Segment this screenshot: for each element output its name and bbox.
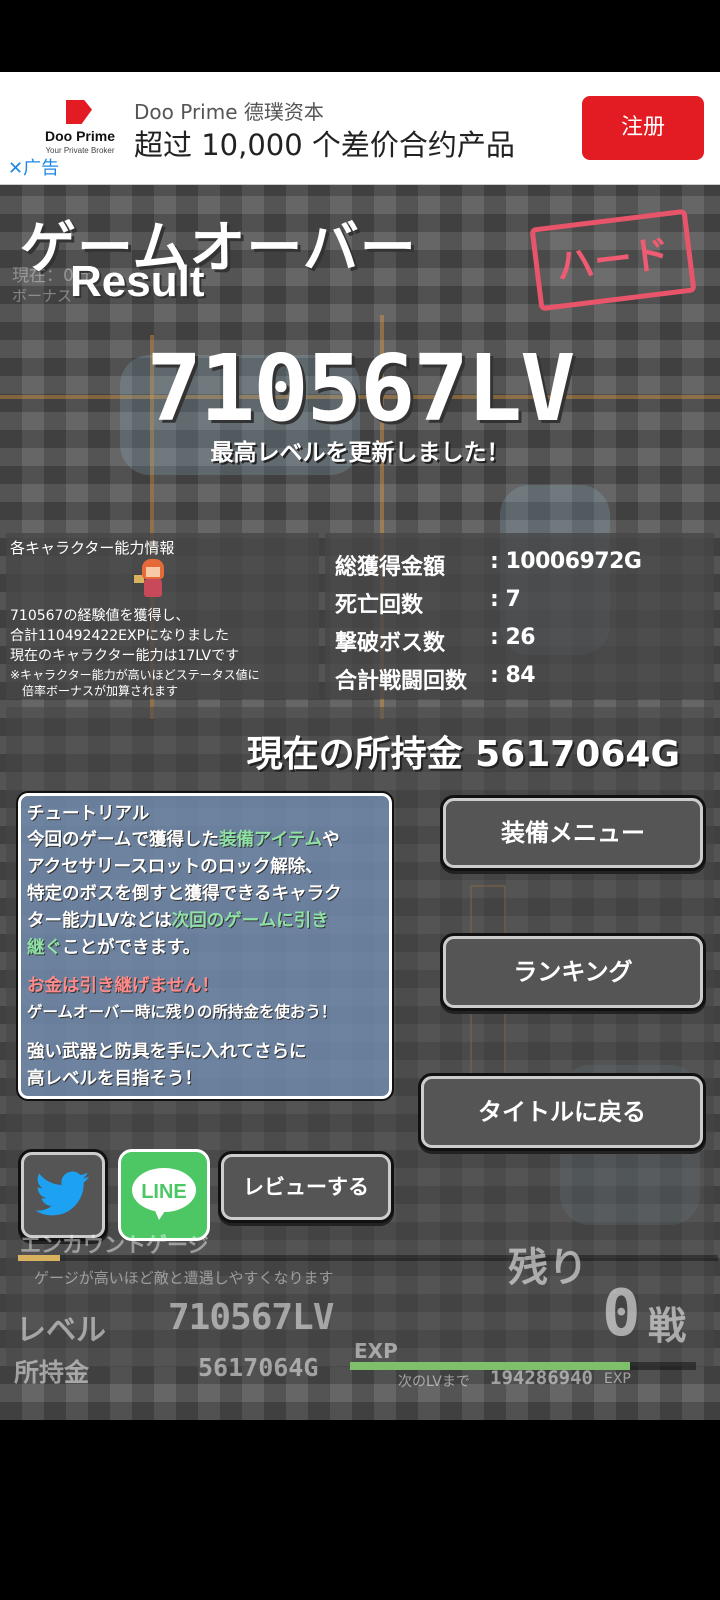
tutorial-box: チュートリアル 今回のゲームで獲得した装備アイテムや アクセサリースロットのロッ… [16,791,394,1101]
ad-banner[interactable]: Doo Prime Your Private Broker Doo Prime … [0,72,720,185]
ranking-button[interactable]: ランキング [440,933,706,1011]
stat-value-battles: : 84 [490,663,536,688]
equipment-menu-button[interactable]: 装備メニュー [440,795,706,871]
twitter-share-button[interactable] [18,1149,108,1241]
stat-label-bosses: 撃破ボス数 [335,631,446,656]
tutorial-line: 特定のボスを倒すと獲得できるキャラク [27,884,342,904]
hud-money-label: 所持金 [14,1358,90,1387]
ad-label: 广告 [23,158,60,179]
game-over-screen: ゲームオーバー 現在：0分 ボーナス Result ハード 710567LV 最… [0,185,720,1420]
tutorial-line: 今回のゲームで獲得した装備アイテムや [27,830,340,850]
stat-label-deaths: 死亡回数 [335,593,424,618]
character-info-line: 710567の経験値を獲得し、 [10,608,190,624]
line-app-icon: LINE [132,1168,196,1220]
tutorial-warning: お金は引き継げません！ [27,976,219,996]
remaining-battles-label: 残り [508,1245,588,1291]
final-level: 710567LV [146,335,575,442]
hud-exp-label: EXP [354,1339,398,1363]
stat-value-deaths: : 7 [490,587,521,612]
review-button[interactable]: レビューする [218,1151,394,1223]
line-share-button[interactable]: LINE [118,1149,210,1241]
background-ghost-text: ボーナス [12,287,73,305]
tutorial-title: チュートリアル [27,804,150,824]
ad-brand: Doo Prime 德璞资本 [134,100,324,124]
character-sprite-icon [134,559,170,599]
hud-next-level-unit: EXP [604,1371,631,1387]
encounter-gauge-bar [18,1255,718,1261]
close-icon[interactable]: ✕ [8,158,23,179]
stat-label-battles: 合計戦闘回数 [335,669,468,694]
ad-register-button[interactable]: 注册 [582,96,704,160]
remaining-battles-unit: 戦 [648,1304,687,1348]
encounter-gauge-help: ゲージが高いほど敵と遭遇しやすくなります [34,1269,334,1287]
character-info-title: 各キャラクター能力情報 [10,539,175,557]
ad-close[interactable]: ✕广告 [8,154,59,180]
remaining-battles-count: 0 [602,1277,641,1351]
tutorial-line: アクセサリースロットのロック解除、 [27,857,323,877]
ad-headline: 超过 10,000 个差价合约产品 [134,128,515,162]
stats-panel: 総獲得金額 : 10006972G 死亡回数 : 7 撃破ボス数 : 26 合計… [325,533,714,699]
svg-text:LINE: LINE [141,1181,187,1203]
character-info-note: ※キャラクター能力が高いほどステータス値に [10,668,260,682]
tutorial-line: 強い武器と防具を手に入れてさらに [27,1042,307,1062]
character-info-note: 倍率ボーナスが加算されます [10,684,179,698]
hud-next-level-label: 次のLVまで [398,1374,470,1390]
character-info-line: 現在のキャラクター能力は17LVです [10,648,240,664]
hud-level-label: レベル [16,1313,106,1348]
hud-level-value: 710567LV [168,1297,334,1338]
encounter-gauge-fill [18,1255,60,1261]
stat-value-bosses: : 26 [490,625,536,650]
difficulty-stamp: ハード [529,208,697,312]
tutorial-line: 高レベルを目指そう！ [27,1069,202,1089]
tutorial-line: 継ぐことができます。 [27,938,201,958]
back-to-title-button[interactable]: タイトルに戻る [418,1073,706,1151]
character-info-panel: 各キャラクター能力情報 710567の経験値を獲得し、 合計110492422E… [6,533,319,699]
stat-value-total-gold: : 10006972G [490,549,642,574]
hud-money-value: 5617064G [198,1353,319,1382]
hud-next-level-value: 194286940 [490,1367,593,1389]
twitter-bird-icon [35,1171,90,1216]
character-info-line: 合計110492422EXPになりました [10,628,230,644]
doo-prime-logo-mark [66,100,92,124]
tutorial-line: ター能力LVなどは次回のゲームに引き [27,911,329,931]
tutorial-warning-sub: ゲームオーバー時に残りの所持金を使おう！ [27,1003,337,1021]
ad-logo-name: Doo Prime [44,128,115,144]
current-money: 現在の所持金 5617064G [246,734,680,775]
stat-label-total-gold: 総獲得金額 [335,555,446,580]
result-label: Result [70,257,205,306]
doo-prime-logo: Doo Prime Your Private Broker [40,100,120,160]
record-message: 最高レベルを更新しました！ [210,440,510,466]
